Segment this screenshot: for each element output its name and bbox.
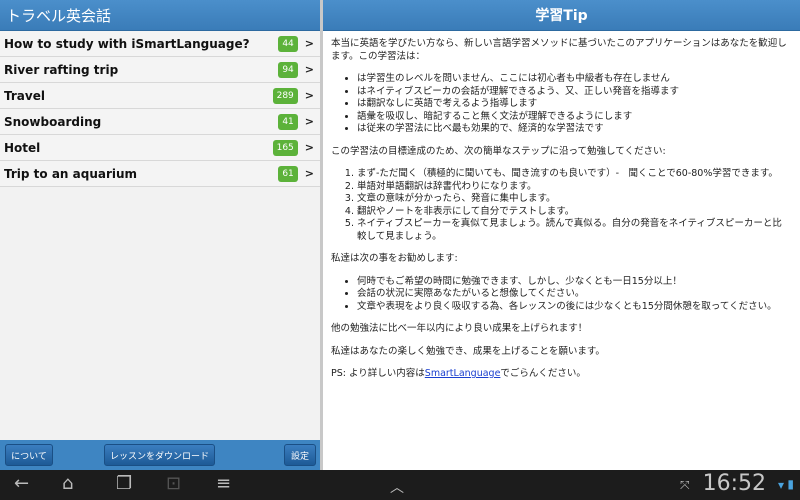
tip-panel: 学習Tip 本当に英語を学びたい方なら、新しい言語学習メソッドに基づいたこのアプ…	[323, 0, 800, 470]
download-lessons-button[interactable]: レッスンをダウンロード	[104, 444, 215, 466]
step-item: 文章の意味が分かったら、発音に集中します。	[357, 193, 790, 206]
lesson-item[interactable]: Snowboarding 41 >	[0, 109, 320, 135]
app-title: トラベル英会話	[0, 0, 320, 31]
result-text: 他の勉強法に比べ一年以内により良い成果を上げられます！	[331, 323, 588, 334]
recent-apps-icon[interactable]: ❐	[116, 473, 132, 494]
steps-list: まず-ただ聞く（積極的に聞いても、聞き流すのも良いです）- 聞くことで60-80…	[357, 168, 790, 243]
chevron-right-icon: >	[304, 37, 314, 50]
ps-text: PS: より詳しい内容はSmartLanguageでごらんください。	[331, 368, 790, 381]
battery-icon: ▮	[787, 477, 794, 491]
lesson-item[interactable]: Hotel 165 >	[0, 135, 320, 161]
lesson-title: How to study with iSmartLanguage?	[4, 36, 250, 51]
step-item: ネイティブスピーカーを真似て見ましょう。読んで真似る。自分の発音をネイティブスピ…	[357, 218, 790, 243]
settings-button[interactable]: 設定	[284, 444, 316, 466]
tip-content: 本当に英語を学びたい方なら、新しい言語学習メソッドに基づいたこのアプリケーション…	[323, 31, 800, 381]
about-button[interactable]: について	[5, 444, 53, 466]
recommendation-item: 会話の状況に実際あなたがいると想像してください。	[357, 288, 790, 301]
feature-item: は学習生のレベルを問いません、ここには初心者も中級者も存在しません	[357, 73, 790, 86]
system-navbar: ← ⌂ ❐ ⊡ ≡ ︿ ⤧ 16:52 ▾ ▮	[0, 470, 800, 500]
smartlanguage-link[interactable]: SmartLanguage	[425, 368, 501, 379]
chevron-right-icon: >	[304, 167, 314, 180]
lesson-item[interactable]: How to study with iSmartLanguage? 44 >	[0, 31, 320, 57]
feature-item: は従来の学習法に比べ最も効果的で、経済的な学習法です	[357, 123, 790, 136]
lesson-list: How to study with iSmartLanguage? 44 > Rive…	[0, 31, 320, 187]
screenshot-icon[interactable]: ⊡	[166, 473, 181, 494]
lesson-title: Hotel	[4, 140, 41, 155]
lesson-item[interactable]: Trip to an aquarium 61 >	[0, 161, 320, 187]
recommend-intro: 私達は次の事をお勧めします:	[331, 253, 458, 264]
lesson-title: River rafting trip	[4, 62, 119, 77]
features-list: は学習生のレベルを問いません、ここには初心者も中級者も存在しませんはネイティブス…	[357, 73, 790, 136]
step-item: まず-ただ聞く（積極的に聞いても、聞き流すのも良いです）- 聞くことで60-80…	[357, 168, 790, 181]
lesson-count-badge: 41	[278, 113, 298, 130]
tip-title: 学習Tip	[323, 0, 800, 31]
lesson-panel: トラベル英会話 How to study with iSmartLanguage…	[0, 0, 320, 470]
fullscreen-icon[interactable]: ⤧	[680, 478, 690, 493]
wish-text: 私達はあなたの楽しく勉強でき、成果を上げることを願います。	[331, 345, 605, 357]
home-icon[interactable]: ⌂	[62, 473, 73, 494]
menu-icon[interactable]: ≡	[216, 473, 231, 494]
recommendation-item: 文章や表現をより良く吸収する為、各レッスンの後には少なくとも15分間休憩を取って…	[357, 301, 790, 314]
lesson-count-badge: 165	[272, 139, 298, 156]
intro-text: 本当に英語を学びたい方なら、新しい言語学習メソッドに基づいたこのアプリケーション…	[331, 38, 787, 62]
steps-intro: この学習法の目標達成のため、次の簡単なステップに沿って勉強してください:	[331, 145, 666, 157]
wifi-icon: ▾	[777, 478, 784, 492]
clock: 16:52	[702, 471, 766, 496]
step-item: 単語対単語翻訳は辞書代わりになります。	[357, 181, 790, 194]
chevron-right-icon: >	[304, 89, 314, 102]
step-item: 翻訳やノートを非表示にして自分でテストします。	[357, 206, 790, 219]
bottom-toolbar: について レッスンをダウンロード 設定	[0, 440, 320, 470]
chevron-right-icon: >	[304, 115, 314, 128]
lesson-title: Travel	[4, 88, 45, 103]
feature-item: は翻訳なしに英語で考えるよう指導します	[357, 98, 790, 111]
feature-item: はネイティブスピーカの会話が理解できるよう、又、正しい発音を指導ます	[357, 86, 790, 99]
chevron-right-icon: >	[304, 141, 314, 154]
lesson-count-badge: 61	[278, 165, 298, 182]
lesson-title: Snowboarding	[4, 114, 102, 129]
ps-suffix: でごらんください。	[500, 368, 586, 379]
ps-prefix: PS: より詳しい内容は	[331, 368, 425, 379]
lesson-title: Trip to an aquarium	[4, 166, 138, 181]
lesson-count-badge: 289	[272, 87, 298, 104]
lesson-count-badge: 44	[278, 35, 298, 52]
back-icon[interactable]: ←	[14, 473, 29, 494]
lesson-item[interactable]: River rafting trip 94 >	[0, 57, 320, 83]
lesson-item[interactable]: Travel 289 >	[0, 83, 320, 109]
feature-item: 語彙を吸収し、暗記すること無く文法が理解できるようにします	[357, 111, 790, 124]
up-chevron-icon[interactable]: ︿	[390, 477, 404, 497]
chevron-right-icon: >	[304, 63, 314, 76]
recommendation-item: 何時でもご希望の時間に勉強できます、しかし、少なくとも一日15分以上！	[357, 276, 790, 289]
recommendations-list: 何時でもご希望の時間に勉強できます、しかし、少なくとも一日15分以上！会話の状況…	[357, 276, 790, 314]
lesson-count-badge: 94	[278, 61, 298, 78]
